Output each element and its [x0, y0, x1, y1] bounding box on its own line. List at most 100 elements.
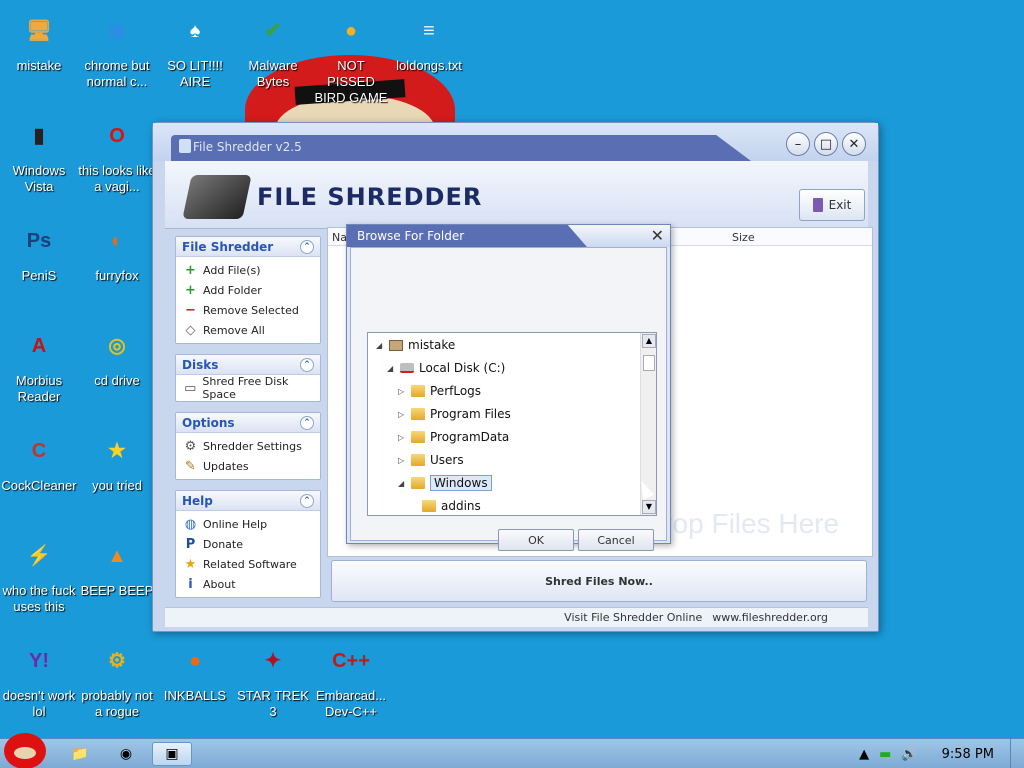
panel-header[interactable]: Options ⌃	[176, 413, 320, 433]
tree-item[interactable]: ◢ Local Disk (C:)	[387, 358, 505, 378]
desktop-icon[interactable]: ● INKBALLS	[156, 638, 234, 704]
desktop-icon-label: chrome but normal c...	[84, 58, 150, 89]
photoshop-icon: Ps	[26, 230, 52, 252]
shred-files-button[interactable]: Shred Files Now..	[331, 560, 867, 602]
desktop-icon[interactable]: ⚡ who the fuck uses this	[0, 533, 78, 615]
collapse-icon[interactable]: ⌃	[300, 239, 314, 254]
sidebar-panel: Disks ⌃ ▭ Shred Free Disk Space	[175, 354, 321, 402]
cancel-button[interactable]: Cancel	[578, 529, 654, 551]
desktop-icon[interactable]: ▲ BEEP BEEP	[78, 533, 156, 599]
desktop-icon[interactable]: ◉ chrome but normal c...	[78, 8, 156, 90]
computer-icon	[389, 339, 403, 351]
desktop-icon[interactable]: ✔ Malware Bytes	[234, 8, 312, 90]
desktop-icon[interactable]: Ps PeniS	[0, 218, 78, 284]
desktop-icon-label: Windows Vista	[12, 163, 66, 194]
sidebar-item[interactable]: ★ Related Software	[176, 554, 320, 574]
collapse-icon[interactable]: ⌃	[300, 415, 314, 430]
folder-tree[interactable]: ▲ ▼ ◢ mistake ◢ Local Disk (C:) ▷ PerfLogs ▷ Pr…	[367, 332, 657, 516]
collapsed-arrow-icon[interactable]: ▷	[398, 387, 406, 396]
sidebar-item[interactable]: + Add File(s)	[176, 260, 320, 280]
star-icon: ★	[108, 440, 126, 462]
folder-icon	[411, 431, 425, 443]
desktop-icon[interactable]: 🖥 mistake	[0, 8, 78, 74]
tree-item[interactable]: ▷ Program Files	[398, 404, 511, 424]
panel-header[interactable]: Help ⌃	[176, 491, 320, 511]
desktop-icon[interactable]: ★ you tried	[78, 428, 156, 494]
desktop-icon[interactable]: Othis looks like a vagi...	[78, 113, 156, 195]
taskbar-chrome-button[interactable]: ◉	[106, 742, 146, 766]
desktop-icon[interactable]: ◐ furryfox	[78, 218, 156, 284]
start-button[interactable]	[4, 733, 46, 768]
tree-item[interactable]: ▷ PerfLogs	[398, 381, 481, 401]
scroll-up-icon[interactable]: ▲	[642, 334, 656, 348]
dialog-title-bar[interactable]: Browse For Folder ✕	[347, 225, 670, 247]
tree-item[interactable]: ◢ Windows	[398, 473, 492, 493]
column-size[interactable]: Size	[732, 231, 755, 244]
title-bar[interactable]: File Shredder v2.5 – □ ✕	[153, 123, 878, 161]
ok-button[interactable]: OK	[498, 529, 574, 551]
expanded-arrow-icon[interactable]: ◢	[376, 341, 384, 350]
taskbar-explorer-button[interactable]: 📁	[60, 742, 100, 766]
dialog-body: ▲ ▼ ◢ mistake ◢ Local Disk (C:) ▷ PerfLogs ▷ Pr…	[350, 247, 667, 551]
sidebar-item[interactable]: i About	[176, 574, 320, 594]
column-name[interactable]: Na	[332, 231, 347, 244]
desktop-icon[interactable]: A Morbius Reader	[0, 323, 78, 405]
panel-header[interactable]: File Shredder ⌃	[176, 237, 320, 257]
expanded-arrow-icon[interactable]: ◢	[398, 479, 406, 488]
desktop-icon[interactable]: ♠ SO LIT!!!! AIRE	[156, 8, 234, 90]
sidebar-item[interactable]: + Add Folder	[176, 280, 320, 300]
sidebar-item[interactable]: P Donate	[176, 534, 320, 554]
sidebar-item[interactable]: ▭ Shred Free Disk Space	[176, 375, 320, 401]
desktop-icon[interactable]: ▮ Windows Vista	[0, 113, 78, 195]
collapse-icon[interactable]: ⌃	[300, 493, 314, 508]
desktop-icon[interactable]: ⚙ probably not a rogue	[78, 638, 156, 720]
desktop-icon[interactable]: ✦ STAR TREK 3	[234, 638, 312, 720]
scroll-thumb[interactable]	[643, 355, 655, 371]
collapsed-arrow-icon[interactable]: ▷	[398, 456, 406, 465]
tree-item[interactable]: ▷ ProgramData	[398, 427, 509, 447]
desktop-icon-label: this looks like a vagi...	[78, 163, 156, 194]
collapsed-arrow-icon[interactable]: ▷	[398, 433, 406, 442]
scroll-down-icon[interactable]: ▼	[642, 500, 656, 514]
desktop-icon-label: Morbius Reader	[15, 373, 63, 404]
taskbar-file-shredder-button[interactable]: ▣	[152, 742, 192, 766]
yahoo-icon: Y!	[29, 650, 49, 672]
expanded-arrow-icon[interactable]: ◢	[387, 364, 395, 373]
sidebar-item[interactable]: ◇ Remove All	[176, 320, 320, 340]
desktop-icon[interactable]: ◎ cd drive	[78, 323, 156, 389]
show-desktop-button[interactable]	[1010, 739, 1024, 768]
panel-title: File Shredder	[182, 239, 274, 254]
tray-expand-icon[interactable]: ▲	[859, 747, 869, 762]
desktop-icon[interactable]: ≡ loldongs.txt	[390, 8, 468, 74]
tree-item[interactable]: ◢ mistake	[376, 335, 455, 355]
close-button[interactable]: ✕	[842, 132, 866, 156]
minus-icon: −	[185, 302, 196, 318]
desktop-icon[interactable]: C++ Embarcad... Dev-C++	[312, 638, 390, 720]
sidebar-item[interactable]: − Remove Selected	[176, 300, 320, 320]
battery-icon[interactable]: ▬	[879, 747, 891, 762]
volume-icon[interactable]: 🔊	[901, 747, 917, 762]
panel-header[interactable]: Disks ⌃	[176, 355, 320, 375]
app-logo-text: FILE SHREDDER	[257, 183, 483, 211]
sidebar-item[interactable]: ⚙ Shredder Settings	[176, 436, 320, 456]
desktop-icon[interactable]: ● NOT PISSED BIRD GAME	[312, 8, 390, 106]
pig-icon: ●	[344, 20, 358, 42]
desktop-icon[interactable]: Y! doesn't work lol	[0, 638, 78, 720]
status-url[interactable]: www.fileshredder.org	[712, 611, 828, 624]
collapse-icon[interactable]: ⌃	[300, 357, 314, 372]
sidebar-item[interactable]: ✎ Updates	[176, 456, 320, 476]
sidebar-panel: Help ⌃ ◍ Online Help P Donate ★ Related Softwar…	[175, 490, 321, 598]
collapsed-arrow-icon[interactable]: ▷	[398, 410, 406, 419]
minimize-button[interactable]: –	[786, 132, 810, 156]
tree-item[interactable]: addins	[409, 496, 481, 515]
desktop-icon-label: INKBALLS	[163, 688, 227, 703]
desktop-icon-label: you tried	[92, 478, 142, 493]
sidebar-item[interactable]: ◍ Online Help	[176, 514, 320, 534]
status-visit-link[interactable]: Visit File Shredder Online	[564, 611, 702, 624]
clock[interactable]: 9:58 PM	[942, 747, 994, 762]
dialog-close-icon[interactable]: ✕	[651, 226, 664, 245]
tree-item[interactable]: ▷ Users	[398, 450, 464, 470]
maximize-button[interactable]: □	[814, 132, 838, 156]
exit-button[interactable]: Exit	[799, 189, 865, 221]
desktop-icon[interactable]: C CockCleaner	[0, 428, 78, 494]
